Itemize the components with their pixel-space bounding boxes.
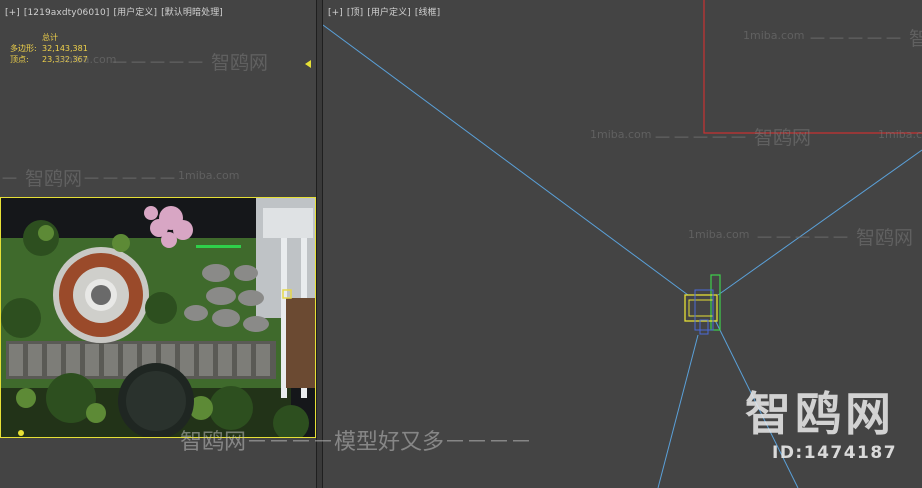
watermark-bottom-slogan: 智鸥网－－－－模型好又多－－－－: [180, 430, 533, 455]
watermark-model-id: ID:1474187: [772, 443, 898, 463]
vertices-label: 顶点:: [10, 55, 29, 64]
stats-title: 总计: [42, 33, 58, 42]
watermark-site: 1miba.com: [688, 228, 750, 241]
polygons-label: 多边形:: [10, 44, 37, 53]
watermark-brand: －－－－－ 智鸥网: [755, 227, 914, 249]
watermark-site: 1miba.com: [590, 128, 652, 141]
camera-frustum-line: [323, 24, 689, 296]
watermark-site: 1miba.com: [743, 29, 805, 42]
watermark-brand: －－－－－ 智鸥网: [808, 28, 922, 50]
left-viewport[interactable]: [+] [1219axdty06010] [用户定义] [默认明暗处理] 总计 多边形…: [0, 0, 316, 488]
camera-object[interactable]: [684, 274, 721, 335]
viewport-camera-name[interactable]: [1219axdty06010]: [24, 8, 110, 18]
viewport-shading-mode[interactable]: [默认明暗处理]: [161, 8, 223, 18]
left-viewport-label[interactable]: [+] [1219axdty06010] [用户定义] [默认明暗处理]: [5, 5, 227, 18]
watermark-brand-line: － 智鸥网－－－－－: [0, 168, 178, 190]
rendered-scene-preview[interactable]: [0, 197, 316, 438]
viewport-divider[interactable]: [316, 0, 323, 488]
watermark-site: 1miba.com: [878, 128, 922, 141]
camera-frustum-line: [657, 334, 699, 488]
viewport-menu-plus[interactable]: [+]: [5, 8, 20, 18]
watermark-site: 1miba.com: [178, 169, 240, 182]
watermark-brand: －－－－－ 智鸥网: [110, 52, 269, 74]
watermark-brand: －－－－－ 智鸥网: [653, 127, 812, 149]
viewport-view-mode[interactable]: [用户定义]: [113, 8, 157, 18]
safe-frame-marker-icon: [305, 60, 311, 68]
watermark-site: 1miba.com: [55, 53, 117, 66]
watermark-big-logo: 智鸥网: [745, 387, 895, 441]
red-wireframe-outline: [703, 0, 922, 134]
garden-render-image: [1, 198, 315, 437]
